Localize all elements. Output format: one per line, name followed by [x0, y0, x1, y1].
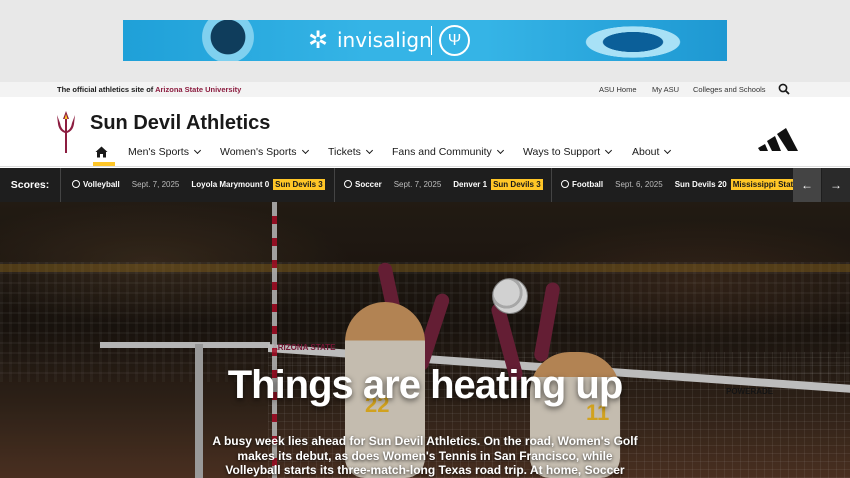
- score-result: Mississippi State: [730, 179, 793, 190]
- ad-product-image: [573, 22, 693, 61]
- hero-description: A busy week lies ahead for Sun Devil Ath…: [212, 434, 638, 478]
- score-opponent: Loyola Marymount 0: [191, 180, 270, 189]
- score-date: Sept. 7, 2025: [131, 180, 180, 189]
- nav-label: Tickets: [328, 146, 361, 158]
- hero-title[interactable]: Things are heating up: [0, 362, 850, 408]
- score-divider: [60, 168, 61, 202]
- chevron-down-icon: [605, 146, 613, 155]
- ad-seal-icon: Ψ: [439, 25, 470, 56]
- score-item[interactable]: Soccer Sept. 7, 2025 Denver 1 Sun Devils 3: [344, 168, 543, 202]
- chevron-down-icon: [301, 146, 309, 155]
- chevron-down-icon: [664, 146, 672, 155]
- pitchfork-icon[interactable]: [55, 109, 77, 155]
- site-header: Sun Devil Athletics Men's Sports Women's…: [0, 97, 850, 167]
- score-sport: Soccer: [355, 180, 382, 189]
- score-sport: Football: [572, 180, 604, 189]
- home-icon: [95, 146, 108, 158]
- soccer-icon: [344, 180, 352, 188]
- tagline-prefix: The official athletics site of: [57, 85, 156, 94]
- site-title[interactable]: Sun Devil Athletics: [90, 111, 270, 135]
- nav-womens-sports[interactable]: Women's Sports: [220, 143, 309, 161]
- scores-label: Scores:: [10, 179, 50, 191]
- score-opponent: Denver 1: [453, 180, 488, 189]
- score-date: Sept. 6, 2025: [615, 180, 663, 189]
- asu-home-link[interactable]: ASU Home: [599, 83, 637, 96]
- nav-label: Ways to Support: [523, 146, 601, 158]
- my-asu-link[interactable]: My ASU: [652, 83, 679, 96]
- ad-banner[interactable]: ✲ invisalign Ψ: [123, 20, 727, 61]
- nav-tickets[interactable]: Tickets: [328, 143, 373, 161]
- ad-product-image: [183, 20, 273, 61]
- scores-prev-button[interactable]: ←: [793, 168, 821, 202]
- nav-about[interactable]: About: [632, 143, 672, 161]
- chevron-down-icon: [365, 146, 373, 155]
- score-result: Sun Devils 3: [491, 179, 543, 190]
- nav-label: Fans and Community: [392, 146, 492, 158]
- score-item[interactable]: Football Sept. 6, 2025 Sun Devils 20 Missis…: [561, 168, 793, 202]
- adidas-logo[interactable]: [757, 127, 799, 152]
- volleyball-icon: [72, 180, 80, 188]
- score-sport: Volleyball: [83, 180, 120, 189]
- score-divider: [551, 168, 552, 202]
- score-item[interactable]: Volleyball Sept. 7, 2025 Loyola Marymount …: [72, 168, 325, 202]
- nav-mens-sports[interactable]: Men's Sports: [128, 143, 201, 161]
- chevron-down-icon: [496, 146, 504, 155]
- chevron-down-icon: [193, 146, 201, 155]
- nav-ways-to-support[interactable]: Ways to Support: [523, 143, 613, 161]
- nav-label: About: [632, 146, 660, 158]
- football-icon: [561, 180, 569, 188]
- tagline-university[interactable]: Arizona State University: [155, 85, 241, 94]
- ad-bar: ✲ invisalign Ψ: [0, 0, 850, 82]
- utility-bar: The official athletics site of Arizona S…: [0, 82, 850, 97]
- nav-label: Men's Sports: [128, 146, 189, 158]
- nav-home[interactable]: [93, 143, 115, 166]
- score-opponent: Sun Devils 20: [674, 180, 727, 189]
- ad-divider: [431, 26, 432, 55]
- score-date: Sept. 7, 2025: [393, 180, 442, 189]
- score-result: Sun Devils 3: [273, 179, 325, 190]
- ad-star-icon: ✲: [307, 27, 329, 54]
- site-tagline: The official athletics site of Arizona S…: [57, 83, 241, 96]
- hero-section: ARIZONA STATE POWERADE 22 11 Things are …: [0, 202, 850, 478]
- nav-fans-community[interactable]: Fans and Community: [392, 143, 504, 161]
- nav-active-indicator: [93, 162, 115, 166]
- score-divider: [334, 168, 335, 202]
- ad-brand-name: invisalign: [337, 28, 432, 52]
- scores-next-button[interactable]: →: [822, 168, 850, 202]
- scores-ticker: Scores: Volleyball Sept. 7, 2025 Loyola Ma…: [0, 168, 850, 202]
- search-icon[interactable]: [778, 83, 790, 95]
- colleges-schools-link[interactable]: Colleges and Schools: [693, 83, 766, 96]
- nav-label: Women's Sports: [220, 146, 297, 158]
